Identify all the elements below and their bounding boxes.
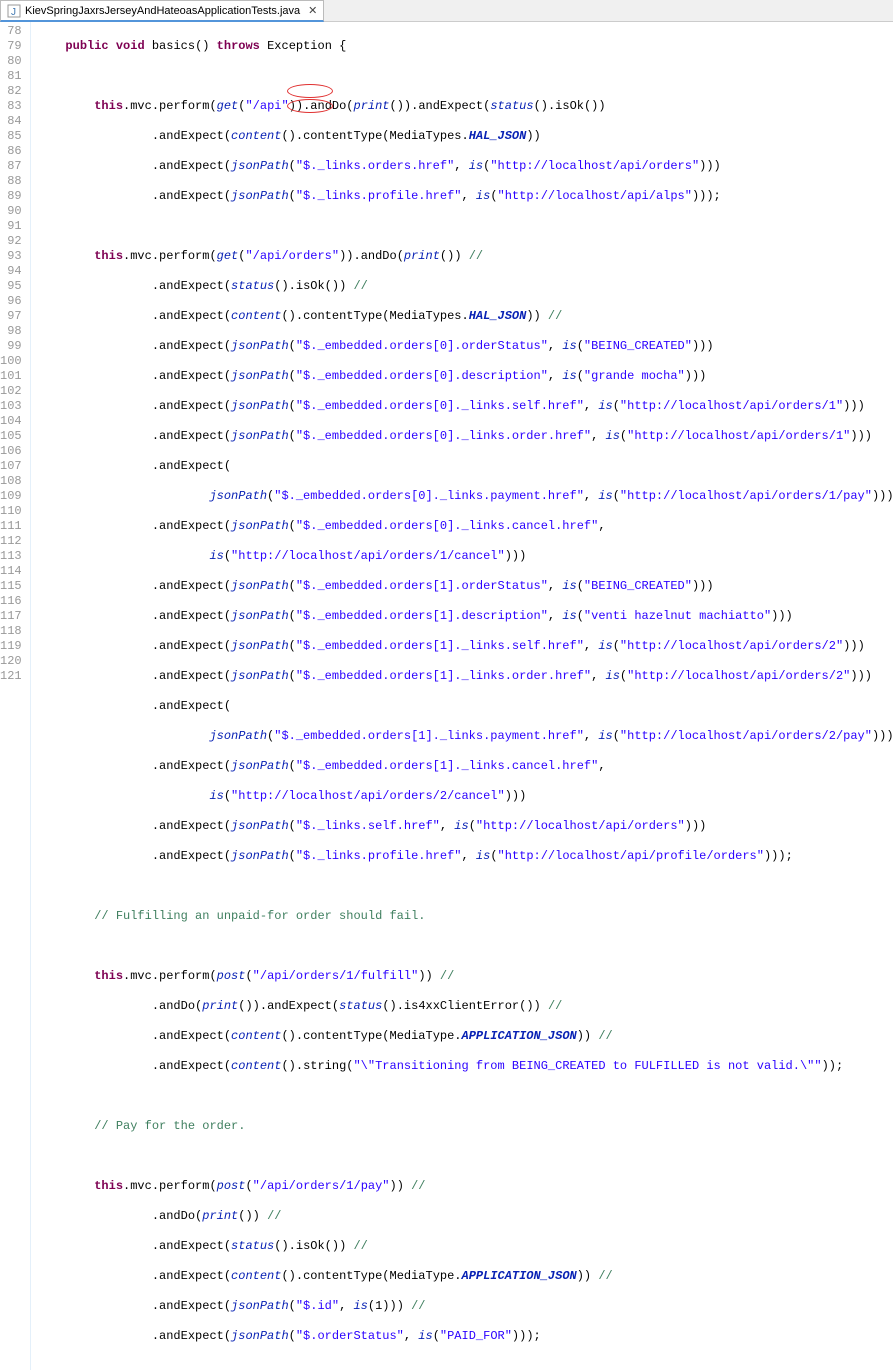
- line-number: 85: [0, 129, 22, 144]
- code-line: .andExpect(status().isOk()) //: [37, 1239, 893, 1254]
- code-line: this.mvc.perform(post("/api/orders/1/pay…: [37, 1179, 893, 1194]
- code-line: .andExpect(content().string("\"Transitio…: [37, 1059, 893, 1074]
- code-line: .andExpect(jsonPath("$._links.self.href"…: [37, 819, 893, 834]
- code-line: jsonPath("$._embedded.orders[0]._links.p…: [37, 489, 893, 504]
- code-line: .andExpect(content().contentType(MediaTy…: [37, 309, 893, 324]
- line-number: 108: [0, 474, 22, 489]
- code-line: this.mvc.perform(get("/api/orders")).and…: [37, 249, 893, 264]
- line-number: 87: [0, 159, 22, 174]
- line-number: 120: [0, 654, 22, 669]
- line-number: 95: [0, 279, 22, 294]
- line-number: 79: [0, 39, 22, 54]
- line-number: 89: [0, 189, 22, 204]
- line-number: 115: [0, 579, 22, 594]
- editor: 7879808182838485868788899091929394959697…: [0, 22, 893, 1370]
- line-number: 80: [0, 54, 22, 69]
- code-line: .andExpect(jsonPath("$._embedded.orders[…: [37, 639, 893, 654]
- code-line: .andDo(print()) //: [37, 1209, 893, 1224]
- code-line: jsonPath("$._embedded.orders[1]._links.p…: [37, 729, 893, 744]
- file-tab[interactable]: J KievSpringJaxrsJerseyAndHateoasApplica…: [0, 0, 324, 22]
- code-line: .andExpect(jsonPath("$._embedded.orders[…: [37, 519, 893, 534]
- line-number: 102: [0, 384, 22, 399]
- code-line: .andExpect(jsonPath("$._embedded.orders[…: [37, 669, 893, 684]
- code-line: .andExpect(jsonPath("$.orderStatus", is(…: [37, 1329, 893, 1344]
- line-number: 99: [0, 339, 22, 354]
- line-number: 94: [0, 264, 22, 279]
- line-number: 98: [0, 324, 22, 339]
- line-number: 90: [0, 204, 22, 219]
- code-area[interactable]: public void basics() throws Exception { …: [31, 22, 893, 1370]
- line-number: 119: [0, 639, 22, 654]
- code-line: .andExpect(status().isOk()) //: [37, 279, 893, 294]
- code-line: [37, 69, 893, 84]
- code-line: is("http://localhost/api/orders/2/cancel…: [37, 789, 893, 804]
- code-line: [37, 219, 893, 234]
- code-line: .andExpect(content().contentType(MediaTy…: [37, 1029, 893, 1044]
- line-number: 107: [0, 459, 22, 474]
- code-line: .andExpect(jsonPath("$._links.profile.hr…: [37, 849, 893, 864]
- line-number: 88: [0, 174, 22, 189]
- line-number: 82: [0, 84, 22, 99]
- line-number: 96: [0, 294, 22, 309]
- line-number: 81: [0, 69, 22, 84]
- code-line: .andExpect(jsonPath("$._embedded.orders[…: [37, 609, 893, 624]
- line-number: 93: [0, 249, 22, 264]
- code-line: .andExpect(jsonPath("$._embedded.orders[…: [37, 339, 893, 354]
- tab-label: KievSpringJaxrsJerseyAndHateoasApplicati…: [25, 5, 300, 17]
- code-line: this.mvc.perform(post("/api/orders/1/ful…: [37, 969, 893, 984]
- code-line: .andExpect(jsonPath("$._embedded.orders[…: [37, 579, 893, 594]
- line-number: 114: [0, 564, 22, 579]
- code-line: [37, 1089, 893, 1104]
- code-line: .andExpect(jsonPath("$._links.profile.hr…: [37, 189, 893, 204]
- svg-text:J: J: [11, 7, 16, 18]
- line-number-gutter: 7879808182838485868788899091929394959697…: [0, 22, 31, 1370]
- code-line: // Pay for the order.: [37, 1119, 893, 1134]
- code-line: [37, 1149, 893, 1164]
- line-number: 92: [0, 234, 22, 249]
- code-line: .andExpect(: [37, 459, 893, 474]
- line-number: 100: [0, 354, 22, 369]
- line-number: 83: [0, 99, 22, 114]
- line-number: 78: [0, 24, 22, 39]
- line-number: 109: [0, 489, 22, 504]
- line-number: 111: [0, 519, 22, 534]
- line-number: 97: [0, 309, 22, 324]
- code-line: .andExpect(jsonPath("$._embedded.orders[…: [37, 429, 893, 444]
- code-line: .andExpect(jsonPath("$._links.orders.hre…: [37, 159, 893, 174]
- code-line: .andExpect(content().contentType(MediaTy…: [37, 1269, 893, 1284]
- line-number: 112: [0, 534, 22, 549]
- line-number: 117: [0, 609, 22, 624]
- code-line: .andDo(print()).andExpect(status().is4xx…: [37, 999, 893, 1014]
- line-number: 84: [0, 114, 22, 129]
- code-line: .andExpect(jsonPath("$._embedded.orders[…: [37, 399, 893, 414]
- java-file-icon: J: [7, 4, 21, 18]
- line-number: 104: [0, 414, 22, 429]
- code-line: is("http://localhost/api/orders/1/cancel…: [37, 549, 893, 564]
- line-number: 118: [0, 624, 22, 639]
- line-number: 103: [0, 399, 22, 414]
- line-number: 110: [0, 504, 22, 519]
- code-line: .andExpect(jsonPath("$._embedded.orders[…: [37, 369, 893, 384]
- code-line: .andExpect(content().contentType(MediaTy…: [37, 129, 893, 144]
- code-line: .andExpect(jsonPath("$.id", is(1))) //: [37, 1299, 893, 1314]
- code-line: // Fulfilling an unpaid-for order should…: [37, 909, 893, 924]
- line-number: 116: [0, 594, 22, 609]
- code-line: public void basics() throws Exception {: [37, 39, 893, 54]
- code-line: .andExpect(jsonPath("$._embedded.orders[…: [37, 759, 893, 774]
- line-number: 91: [0, 219, 22, 234]
- code-line: .andExpect(: [37, 699, 893, 714]
- line-number: 101: [0, 369, 22, 384]
- tab-bar: J KievSpringJaxrsJerseyAndHateoasApplica…: [0, 0, 893, 22]
- close-icon[interactable]: ✕: [308, 4, 317, 17]
- line-number: 113: [0, 549, 22, 564]
- code-line: [37, 939, 893, 954]
- line-number: 106: [0, 444, 22, 459]
- code-line: this.mvc.perform(get("/api")).andDo(prin…: [37, 99, 893, 114]
- line-number: 121: [0, 669, 22, 684]
- code-line: [37, 879, 893, 894]
- line-number: 105: [0, 429, 22, 444]
- line-number: 86: [0, 144, 22, 159]
